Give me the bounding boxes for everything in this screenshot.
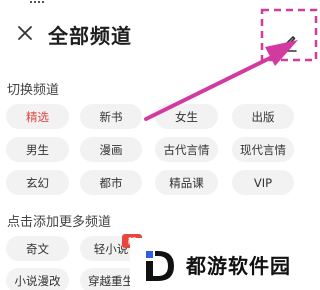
channel-chip[interactable]: 漫画	[80, 137, 142, 162]
channel-chip[interactable]: 出版	[232, 104, 294, 129]
more-channels-title: 点击添加更多频道	[7, 215, 112, 230]
page-title: 全部频道	[48, 24, 132, 48]
channel-chip[interactable]: 女生	[155, 104, 218, 129]
channel-chip[interactable]: 都市	[80, 170, 142, 195]
switch-channel-title: 切换频道	[7, 83, 60, 98]
channel-chip[interactable]: 现代言情	[232, 137, 294, 162]
channel-chip[interactable]: 古代言情	[155, 137, 218, 162]
d-logo-icon	[146, 251, 174, 281]
more-channel-chip[interactable]: 奇文	[6, 236, 69, 261]
close-button[interactable]	[12, 20, 38, 46]
close-icon	[18, 26, 32, 40]
pencil-icon	[279, 36, 297, 52]
more-channel-chip[interactable]: 小说漫改	[6, 268, 69, 290]
watermark: 都游软件园	[130, 238, 320, 290]
channel-chip[interactable]: 玄幻	[6, 170, 69, 195]
channel-chip[interactable]: 男生	[6, 137, 69, 162]
channel-chip[interactable]: 新书	[80, 104, 142, 129]
channel-chip[interactable]: VIP	[232, 170, 294, 195]
watermark-text: 都游软件园	[186, 254, 291, 278]
status-bar-dots	[30, 1, 44, 5]
channel-chip-selected[interactable]: 精选	[6, 104, 69, 129]
edit-button[interactable]	[270, 24, 306, 60]
channel-chip[interactable]: 精品课	[155, 170, 218, 195]
